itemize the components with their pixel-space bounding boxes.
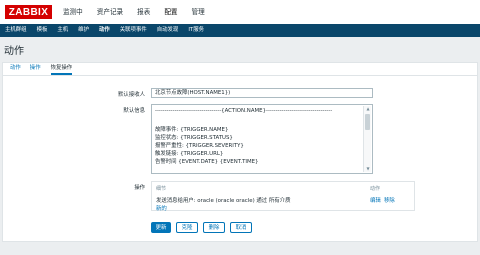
default-message-textarea[interactable]: ----------------------------------{ACTIO… xyxy=(151,104,373,174)
top-menu: 监测中 资产记录 报表 配置 管理 xyxy=(56,0,212,24)
clone-button[interactable]: 克隆 xyxy=(176,222,198,233)
scroll-down-icon[interactable]: ▼ xyxy=(365,166,371,172)
sub-menu-host-groups[interactable]: 主机群组 xyxy=(0,24,32,37)
edit-operation-link[interactable]: 编辑 xyxy=(370,196,381,204)
default-message-label: 默认信息 xyxy=(123,108,145,114)
zabbix-logo[interactable]: ZABBIX xyxy=(5,5,52,19)
scroll-up-icon[interactable]: ▲ xyxy=(365,106,371,112)
top-bar: ZABBIX 监测中 资产记录 报表 配置 管理 xyxy=(0,0,480,24)
message-line: 报警严重性: {TRIGGER.SEVERITY} xyxy=(155,143,244,149)
tab-operations[interactable]: 操作 xyxy=(30,64,41,75)
operation-detail: 发送消息给用户: oracle (oracle oracle) 通过 所有介质 xyxy=(156,198,291,204)
sub-menu-actions[interactable]: 动作 xyxy=(94,24,115,37)
vertical-scrollbar[interactable]: ▲ ▼ xyxy=(363,106,371,172)
message-line: 故障事件: {TRIGGER.NAME} xyxy=(155,127,229,133)
tab-recovery-operations[interactable]: 恢复操作 xyxy=(50,64,73,75)
update-button[interactable]: 更新 xyxy=(151,222,171,233)
tab-action[interactable]: 动作 xyxy=(10,64,21,75)
top-menu-reports[interactable]: 报表 xyxy=(130,0,157,24)
message-line: 告警时间 {EVENT.DATE} {EVENT.TIME} xyxy=(155,159,259,165)
sub-menu-maintenance[interactable]: 维护 xyxy=(73,24,94,37)
top-menu-inventory[interactable]: 资产记录 xyxy=(90,0,130,24)
top-menu-configuration[interactable]: 配置 xyxy=(157,0,184,24)
remove-operation-link[interactable]: 移除 xyxy=(384,196,395,204)
top-menu-administration[interactable]: 管理 xyxy=(185,0,212,24)
form-tabs: 动作 操作 恢复操作 xyxy=(3,63,477,76)
page-title: 动作 xyxy=(4,46,24,57)
top-menu-monitoring[interactable]: 监测中 xyxy=(56,0,90,24)
operations-label: 操作 xyxy=(134,185,145,191)
operations-table: 细节 动作 发送消息给用户: oracle (oracle oracle) 通过… xyxy=(151,181,415,212)
sub-menu-bar: 主机群组 模板 主机 维护 动作 关联项事件 自动发现 IT服务 xyxy=(0,24,480,37)
sub-menu-discovery[interactable]: 自动发现 xyxy=(152,24,184,37)
default-recipient-label: 默认接收人 xyxy=(118,92,145,98)
scrollbar-thumb[interactable] xyxy=(365,114,370,130)
sub-menu-templates[interactable]: 模板 xyxy=(32,24,53,37)
message-line: 触发链接: {TRIGGER.URL} xyxy=(155,151,224,157)
message-line: 监控状态: {TRIGGER.STATUS} xyxy=(155,135,233,141)
default-recipient-input[interactable]: 北京节点故障(HOST.NAME1}) xyxy=(151,88,373,98)
new-operation-link[interactable]: 新的 xyxy=(156,204,167,212)
sub-menu-hosts[interactable]: 主机 xyxy=(52,24,73,37)
action-form-panel: 动作 操作 恢复操作 默认接收人 北京节点故障(HOST.NAME1}) 默认信… xyxy=(2,62,478,242)
sub-menu-event-correlation[interactable]: 关联项事件 xyxy=(115,24,152,37)
ops-details-header: 细节 xyxy=(156,186,167,192)
sub-menu-it-services[interactable]: IT服务 xyxy=(183,24,209,37)
cancel-button[interactable]: 取消 xyxy=(230,222,252,233)
message-line: ----------------------------------{ACTIO… xyxy=(155,108,333,114)
ops-action-header: 动作 xyxy=(370,186,381,192)
delete-button[interactable]: 删除 xyxy=(203,222,225,233)
